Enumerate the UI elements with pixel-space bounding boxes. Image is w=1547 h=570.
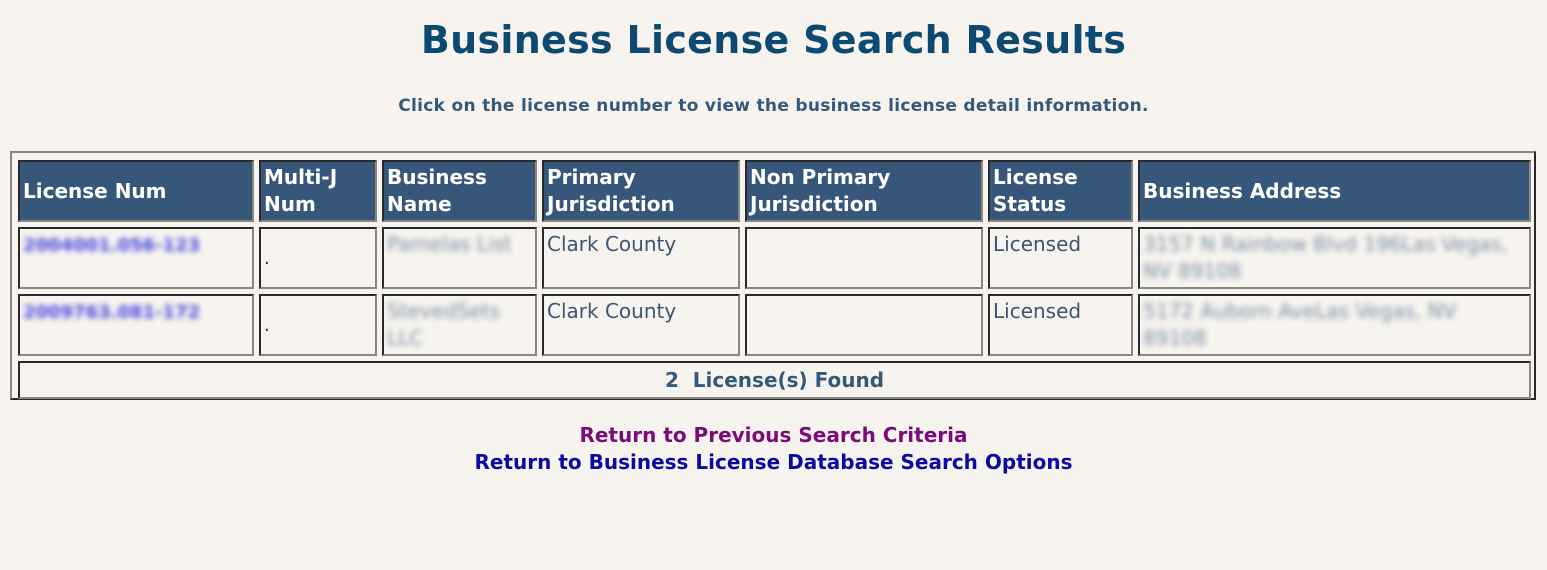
business-address-cell: 3157 N Rainbow Blvd 196Las Vegas, NV 891… [1138,227,1531,289]
column-header-license-num: License Num [18,160,254,222]
primary-jurisdiction-cell: Clark County [542,294,740,356]
results-count: 2 License(s) Found [18,361,1531,399]
business-address: 5172 Auborn AveLas Vegas, NV 89108 [1143,299,1457,350]
multi-j-num: . [264,248,270,269]
business-address-cell: 5172 Auborn AveLas Vegas, NV 89108 [1138,294,1531,356]
license-number-link[interactable]: 2009763.081-172 [23,299,200,326]
column-header-multi-j-num: Multi-J Num [259,160,377,222]
primary-jurisdiction-cell: Clark County [542,227,740,289]
business-name: Pamelas List [387,232,512,256]
results-table: License Num Multi-J Num Business Name Pr… [13,155,1536,404]
results-table-frame: License Num Multi-J Num Business Name Pr… [10,151,1536,400]
page-title: Business License Search Results [420,18,1127,62]
business-name-cell: StevedSets LLC [382,294,537,356]
column-header-business-address: Business Address [1138,160,1531,222]
business-address: 3157 N Rainbow Blvd 196Las Vegas, NV 891… [1143,232,1508,283]
non-primary-jurisdiction-cell [745,294,983,356]
return-to-previous-search-link[interactable]: Return to Previous Search Criteria [0,422,1547,449]
business-name-cell: Pamelas List [382,227,537,289]
multi-j-num-cell: . [259,294,377,356]
page-instructions: Click on the license number to view the … [398,96,1149,116]
license-num-cell: 2004001.056-123 [18,227,254,289]
table-header-row: License Num Multi-J Num Business Name Pr… [18,160,1531,222]
business-name: StevedSets LLC [387,299,500,350]
license-status-cell: Licensed [988,294,1133,356]
column-header-primary-jurisdiction: Primary Jurisdiction [542,160,740,222]
multi-j-num-cell: . [259,227,377,289]
license-num-cell: 2009763.081-172 [18,294,254,356]
table-row: 2009763.081-172 . StevedSets LLC Clark C… [18,294,1531,356]
column-header-license-status: License Status [988,160,1133,222]
results-count-row: 2 License(s) Found [18,361,1531,399]
table-row: 2004001.056-123 . Pamelas List Clark Cou… [18,227,1531,289]
multi-j-num: . [264,315,270,336]
return-to-search-options-link[interactable]: Return to Business License Database Sear… [0,449,1547,476]
column-header-business-name: Business Name [382,160,537,222]
non-primary-jurisdiction-cell [745,227,983,289]
license-number-link[interactable]: 2004001.056-123 [23,232,200,259]
column-header-non-primary-jurisdiction: Non Primary Jurisdiction [745,160,983,222]
license-status-cell: Licensed [988,227,1133,289]
navigation-links: Return to Previous Search Criteria Retur… [0,422,1547,476]
